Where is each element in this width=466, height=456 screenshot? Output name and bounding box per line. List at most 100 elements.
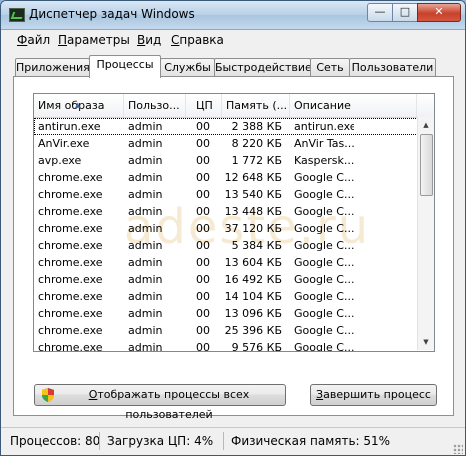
scroll-up-arrow-icon[interactable]: ▲ [418, 117, 434, 133]
process-cpu: 00 [196, 137, 210, 150]
sort-ascending-icon: ▲ [75, 101, 81, 109]
table-row[interactable]: antirun.exe admin 00 2 388 КБ antirun.exe [34, 118, 434, 135]
process-name: chrome.exe [38, 341, 103, 352]
table-row[interactable]: AnVir.exe admin 00 8 220 КБ AnVir Tas... [34, 135, 434, 152]
table-row[interactable]: chrome.exe admin 00 16 492 КБ Google C... [34, 271, 434, 288]
process-description: Google C... [294, 222, 354, 235]
menu-help[interactable]: Справка [171, 33, 224, 47]
process-memory: 5 384 КБ [231, 239, 282, 252]
process-description: Google C... [294, 273, 354, 286]
status-physical-memory: Физическая память: 51% [231, 434, 391, 448]
menu-options[interactable]: Параметры [58, 33, 130, 47]
table-row[interactable]: chrome.exe admin 00 37 120 КБ Google C... [34, 220, 434, 237]
process-name: antirun.exe [38, 120, 101, 133]
process-memory: 37 120 КБ [224, 222, 282, 235]
title-bar[interactable]: Диспетчер задач Windows — □ ✕ [1, 1, 465, 30]
table-row[interactable]: chrome.exe admin 00 14 104 КБ Google C... [34, 288, 434, 305]
process-description: antirun.exe [294, 120, 354, 133]
process-memory: 8 220 КБ [231, 137, 282, 150]
table-row[interactable]: chrome.exe admin 00 13 540 КБ Google C... [34, 186, 434, 203]
resize-grip-icon[interactable] [453, 444, 463, 454]
process-description: Google C... [294, 341, 354, 352]
process-cpu: 00 [196, 273, 210, 286]
task-manager-icon [9, 8, 25, 22]
process-description: Google C... [294, 256, 354, 269]
process-description: Kaspersk... [294, 154, 354, 167]
list-header: ▲ Имя образа Пользо... ЦП Память (... Оп… [34, 94, 434, 118]
process-name: avp.exe [38, 154, 82, 167]
column-cpu[interactable]: ЦП [186, 94, 222, 117]
process-name: chrome.exe [38, 239, 103, 252]
table-row[interactable]: chrome.exe admin 00 13 096 КБ Google C... [34, 305, 434, 322]
minimize-button[interactable]: — [367, 3, 393, 22]
process-name: chrome.exe [38, 290, 103, 303]
status-cpu-usage: Загрузка ЦП: 4% [107, 434, 214, 448]
process-memory: 13 448 КБ [224, 205, 282, 218]
menu-file[interactable]: Файл [17, 33, 50, 47]
column-user[interactable]: Пользо... [124, 94, 186, 117]
vertical-scrollbar[interactable]: ▲ ▼ [417, 117, 434, 350]
process-name: chrome.exe [38, 273, 103, 286]
process-user: admin [128, 324, 163, 337]
processes-panel: adeste.ru ▲ Имя образа Пользо... ЦП Памя… [13, 76, 454, 421]
scrollbar-thumb[interactable] [420, 134, 433, 196]
task-manager-window: Диспетчер задач Windows — □ ✕ Файл Парам… [0, 0, 466, 456]
maximize-button[interactable]: □ [392, 3, 418, 22]
process-user: admin [128, 137, 163, 150]
show-all-users-processes-button[interactable]: Отображать процессы всех пользователей [34, 384, 286, 421]
tab-users[interactable]: Пользователи [349, 58, 436, 76]
process-cpu: 00 [196, 154, 210, 167]
scroll-down-arrow-icon[interactable]: ▼ [418, 334, 434, 350]
column-image-name[interactable]: ▲ Имя образа [34, 94, 124, 117]
uac-shield-icon [42, 388, 54, 402]
process-memory: 12 648 КБ [224, 171, 282, 184]
table-row[interactable]: chrome.exe admin 00 12 648 КБ Google C... [34, 169, 434, 186]
process-cpu: 00 [196, 239, 210, 252]
process-cpu: 00 [196, 324, 210, 337]
process-user: admin [128, 120, 163, 133]
table-row[interactable]: chrome.exe admin 00 13 448 КБ Google C... [34, 203, 434, 220]
process-user: admin [128, 290, 163, 303]
process-cpu: 00 [196, 120, 210, 133]
process-cpu: 00 [196, 290, 210, 303]
process-user: admin [128, 256, 163, 269]
process-description: Google C... [294, 171, 354, 184]
column-memory[interactable]: Память (... [222, 94, 290, 117]
status-separator [223, 432, 224, 450]
process-cpu: 00 [196, 171, 210, 184]
process-memory: 16 492 КБ [224, 273, 282, 286]
process-name: chrome.exe [38, 171, 103, 184]
process-memory: 13 604 КБ [224, 256, 282, 269]
process-list[interactable]: adeste.ru ▲ Имя образа Пользо... ЦП Памя… [33, 93, 435, 352]
menu-view[interactable]: Вид [137, 33, 161, 47]
process-description: Google C... [294, 205, 354, 218]
status-separator [99, 432, 100, 450]
tab-applications[interactable]: Приложения [15, 58, 90, 76]
table-row[interactable]: chrome.exe admin 00 25 396 КБ Google C... [34, 322, 434, 339]
table-row[interactable]: chrome.exe admin 00 5 384 КБ Google C... [34, 237, 434, 254]
tab-services[interactable]: Службы [160, 58, 215, 76]
process-name: AnVir.exe [38, 137, 90, 150]
process-description: AnVir Tas... [294, 137, 354, 150]
table-row[interactable]: avp.exe admin 00 1 772 КБ Kaspersk... [34, 152, 434, 169]
end-process-button[interactable]: Завершить процесс [310, 384, 437, 406]
window-title: Диспетчер задач Windows [29, 7, 195, 21]
process-user: admin [128, 205, 163, 218]
process-description: Google C... [294, 239, 354, 252]
tab-processes[interactable]: Процессы [89, 55, 161, 78]
tab-performance[interactable]: Быстродействие [214, 58, 312, 76]
process-memory: 1 772 КБ [231, 154, 282, 167]
process-user: admin [128, 188, 163, 201]
process-user: admin [128, 341, 163, 352]
process-description: Google C... [294, 290, 354, 303]
tab-networking[interactable]: Сеть [310, 58, 350, 76]
process-memory: 14 104 КБ [224, 290, 282, 303]
process-name: chrome.exe [38, 307, 103, 320]
table-row[interactable]: chrome.exe admin 00 9 576 КБ Google C... [34, 339, 434, 352]
process-cpu: 00 [196, 256, 210, 269]
close-button[interactable]: ✕ [417, 3, 461, 22]
process-name: chrome.exe [38, 205, 103, 218]
process-memory: 2 388 КБ [231, 120, 282, 133]
column-description[interactable]: Описание [290, 94, 417, 117]
table-row[interactable]: chrome.exe admin 00 13 604 КБ Google C... [34, 254, 434, 271]
